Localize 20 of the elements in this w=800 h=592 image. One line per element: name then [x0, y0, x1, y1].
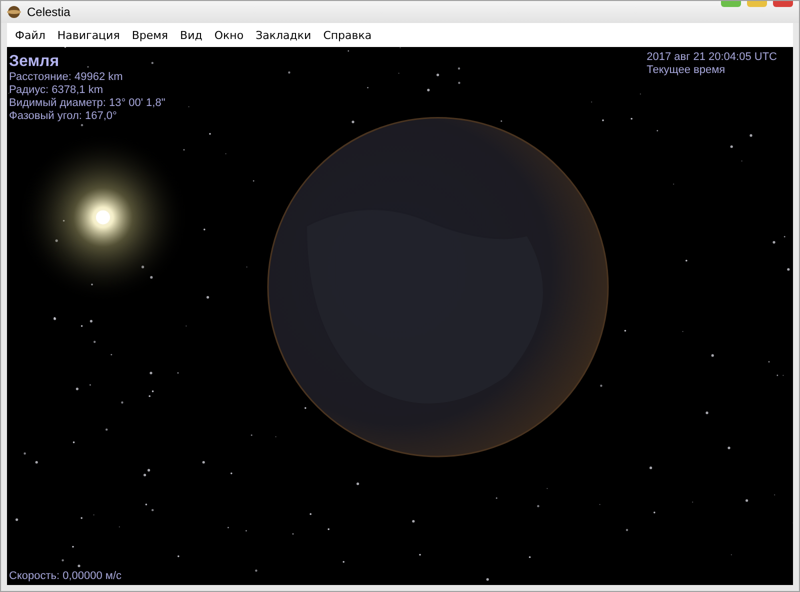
- maximize-button[interactable]: [747, 1, 767, 7]
- object-info-line: Видимый диаметр: 13° 00' 1,8": [9, 97, 166, 110]
- menu-item[interactable]: Файл: [9, 26, 52, 44]
- window-title: Celestia: [27, 5, 70, 19]
- close-button[interactable]: [773, 1, 793, 7]
- object-name: Земля: [9, 53, 60, 71]
- menu-item[interactable]: Окно: [208, 26, 250, 44]
- date-time: 2017 авг 21 20:04:05 UTC: [646, 51, 777, 64]
- speed-readout: Скорость: 0,00000 м/с: [9, 570, 122, 583]
- time-mode: Текущее время: [646, 64, 726, 77]
- app-logo-icon: [7, 5, 21, 19]
- menu-item[interactable]: Навигация: [51, 26, 126, 44]
- object-info-line: Радиус: 6378,1 km: [9, 84, 104, 97]
- menu-item[interactable]: Вид: [174, 26, 208, 44]
- object-info-line: Фазовый угол: 167,0°: [9, 110, 118, 123]
- object-info-line: Расстояние: 49962 km: [9, 71, 124, 84]
- menu-item[interactable]: Справка: [317, 26, 378, 44]
- menu-item[interactable]: Время: [126, 26, 174, 44]
- minimize-button[interactable]: [721, 1, 741, 7]
- menu-item[interactable]: Закладки: [250, 26, 318, 44]
